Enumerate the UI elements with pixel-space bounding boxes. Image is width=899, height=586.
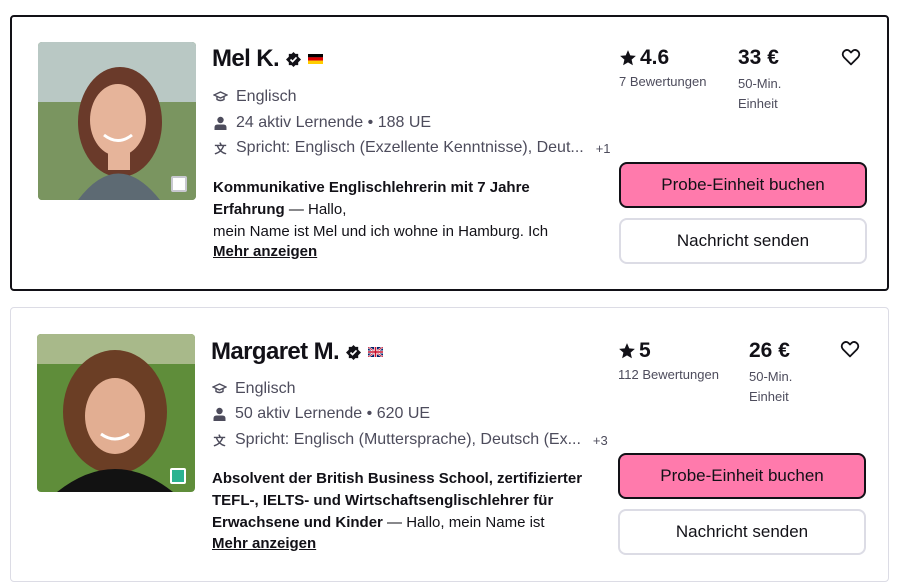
learners-row: 24 aktiv Lernende • 188 UE	[213, 114, 431, 132]
tutor-name[interactable]: Margaret M.	[211, 338, 340, 366]
price-block: 33 € 50-Min. Einheit	[738, 46, 808, 114]
subject-label: Englisch	[236, 88, 297, 105]
rating-block: 5 112 Bewertungen	[618, 339, 719, 382]
book-trial-button[interactable]: Probe-Einheit buchen	[618, 453, 866, 499]
tutor-photo[interactable]	[37, 334, 195, 492]
tutor-name[interactable]: Mel K.	[212, 45, 280, 73]
tutor-card[interactable]: Margaret M. Englisch 50 aktiv Lernende •…	[10, 307, 889, 582]
star-icon	[619, 343, 635, 359]
tutor-description: Absolvent der British Business School, z…	[212, 468, 592, 534]
verified-badge-icon	[346, 344, 362, 360]
tutor-photo[interactable]	[38, 42, 196, 200]
status-indicator	[170, 468, 186, 484]
show-more-link[interactable]: Mehr anzeigen	[212, 535, 316, 552]
graduation-cap-icon	[212, 382, 227, 397]
star-icon	[620, 50, 636, 66]
languages-more[interactable]: +1	[596, 141, 611, 156]
price-unit: 50-Min. Einheit	[749, 369, 793, 404]
verified-badge-icon	[286, 51, 302, 67]
description-intro: — Hallo,	[284, 201, 347, 218]
rating-block: 4.6 7 Bewertungen	[619, 46, 706, 89]
send-message-button[interactable]: Nachricht senden	[619, 218, 867, 264]
learners-label: 24 aktiv Lernende • 188 UE	[236, 114, 432, 131]
favorite-heart-icon[interactable]	[840, 340, 860, 358]
person-icon	[213, 116, 228, 131]
languages-row: 文 Spricht: Englisch (Exzellente Kenntnis…	[213, 139, 611, 157]
rating-value: 4.6	[640, 46, 670, 69]
price-unit: 50-Min. Einheit	[738, 76, 782, 111]
translate-icon: 文	[213, 433, 226, 448]
rating-value: 5	[639, 339, 651, 362]
person-icon	[212, 407, 227, 422]
status-indicator	[171, 176, 187, 192]
description-headline: Kommunikative Englischlehrerin mit 7 Jah…	[213, 179, 530, 218]
graduation-cap-icon	[213, 90, 228, 105]
languages-label: Spricht: Englisch (Exzellente Kenntnisse…	[236, 139, 584, 156]
languages-more[interactable]: +3	[593, 433, 608, 448]
price-value: 33 €	[738, 46, 779, 69]
subject-row: Englisch	[212, 380, 295, 398]
price-value: 26 €	[749, 339, 790, 362]
subject-row: Englisch	[213, 88, 296, 106]
description-intro-cont: mein Name ist Mel und ich wohne in Hambu…	[213, 223, 549, 240]
german-flag-icon	[308, 54, 324, 64]
book-trial-button[interactable]: Probe-Einheit buchen	[619, 162, 867, 208]
languages-label: Spricht: Englisch (Muttersprache), Deuts…	[235, 431, 581, 448]
translate-icon: 文	[214, 141, 227, 156]
tutor-description: Kommunikative Englischlehrerin mit 7 Jah…	[213, 177, 583, 243]
learners-label: 50 aktiv Lernende • 620 UE	[235, 405, 431, 422]
subject-label: Englisch	[235, 380, 296, 397]
favorite-heart-icon[interactable]	[841, 48, 861, 66]
learners-row: 50 aktiv Lernende • 620 UE	[212, 405, 430, 423]
review-count[interactable]: 112 Bewertungen	[618, 367, 719, 382]
tutor-card[interactable]: Mel K. Englisch 24 aktiv Lernende • 188 …	[10, 15, 889, 291]
send-message-button[interactable]: Nachricht senden	[618, 509, 866, 555]
price-block: 26 € 50-Min. Einheit	[749, 339, 819, 407]
show-more-link[interactable]: Mehr anzeigen	[213, 243, 317, 260]
languages-row: 文 Spricht: Englisch (Muttersprache), Deu…	[212, 431, 608, 449]
description-intro: — Hallo, mein Name ist	[382, 514, 545, 531]
review-count[interactable]: 7 Bewertungen	[619, 74, 706, 89]
uk-flag-icon	[368, 347, 384, 357]
